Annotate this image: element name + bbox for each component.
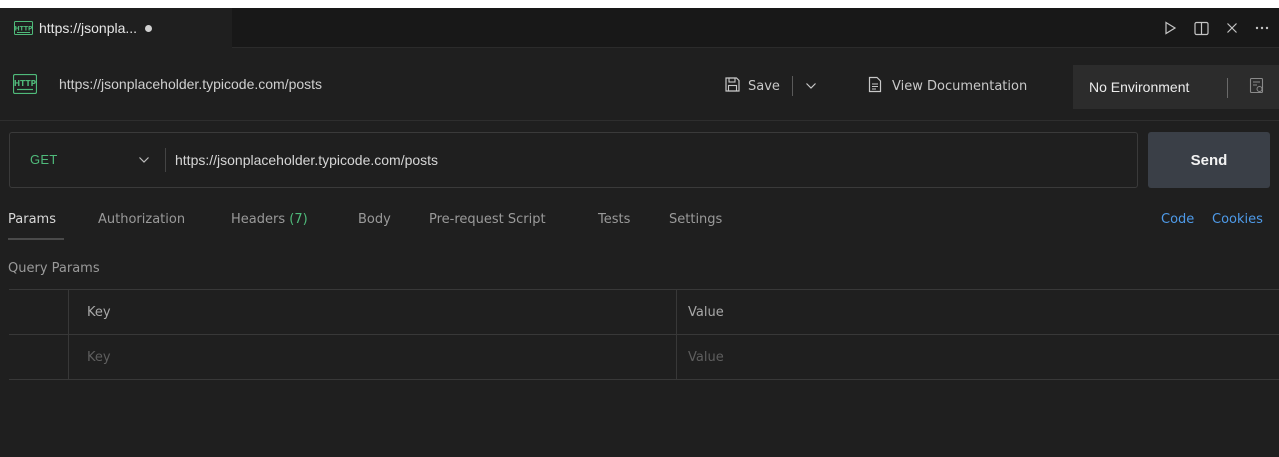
unsaved-dot-icon [145,24,153,32]
more-icon[interactable] [1255,26,1269,30]
split-editor-icon[interactable] [1194,21,1209,36]
save-group: Save [724,74,817,98]
url-bar: GET [9,132,1138,188]
tab-settings[interactable]: Settings [669,212,722,227]
tab-headers[interactable]: Headers (7) [231,212,308,227]
method-select[interactable]: GET [30,152,58,167]
http-client-window: HTTP https://jsonpla... HTTP https://jso… [0,8,1279,457]
editor-tab-title: https://jsonpla... [39,20,138,36]
active-tab-indicator [8,238,64,240]
table-row: Key Value [9,335,1279,380]
document-icon [868,76,882,97]
divider [791,76,793,96]
view-documentation-label: View Documentation [892,78,1028,94]
param-key-input[interactable]: Key [69,335,677,379]
chevron-down-icon[interactable] [138,153,150,167]
editor-tab[interactable]: HTTP https://jsonpla... [0,8,232,48]
environment-selector[interactable]: No Environment [1073,65,1279,109]
url-input[interactable] [175,148,1115,172]
http-request-icon: HTTP [12,71,38,97]
environment-label: No Environment [1089,79,1190,95]
tab-headers-label: Headers [231,212,286,227]
table-header-row: Key Value [9,290,1279,335]
key-column-header: Key [69,290,677,334]
tab-tests[interactable]: Tests [598,212,630,227]
http-file-icon: HTTP [14,21,33,35]
window-actions [1163,8,1269,48]
editor-tab-strip: HTTP https://jsonpla... [0,8,1279,48]
tab-pre-request-script[interactable]: Pre-request Script [429,212,546,227]
request-header: HTTP https://jsonplaceholder.typicode.co… [0,49,1279,121]
value-header-label: Value [688,304,724,320]
save-button[interactable]: Save [748,79,780,94]
row-checkbox[interactable] [9,335,69,379]
key-placeholder: Key [87,349,111,365]
environment-quick-look-icon[interactable] [1249,77,1265,99]
svg-text:HTTP: HTTP [15,26,33,33]
tab-body[interactable]: Body [358,212,391,227]
headers-count: (7) [289,212,308,227]
value-placeholder: Value [688,349,724,365]
code-link[interactable]: Code [1161,212,1194,227]
send-button[interactable]: Send [1148,132,1270,188]
request-tabs: Params Authorization Headers (7) Body Pr… [0,208,1279,244]
cookies-link[interactable]: Cookies [1212,212,1263,227]
chevron-down-icon[interactable] [805,82,817,90]
divider [165,148,166,172]
value-column-header: Value [677,290,1279,334]
key-header-label: Key [87,304,111,320]
close-icon[interactable] [1226,22,1238,34]
param-value-input[interactable]: Value [677,335,1279,379]
header-divider [0,120,1279,121]
tab-params[interactable]: Params [8,212,56,227]
table-header-check [9,290,69,334]
save-icon[interactable] [724,76,741,97]
svg-text:HTTP: HTTP [14,79,37,88]
query-params-table: Key Value Key Value [9,289,1279,380]
view-documentation-button[interactable]: View Documentation [868,74,1027,98]
query-params-label: Query Params [8,261,100,276]
divider [1227,78,1228,98]
request-title[interactable]: https://jsonplaceholder.typicode.com/pos… [59,76,322,92]
run-icon[interactable] [1163,21,1177,35]
tab-authorization[interactable]: Authorization [98,212,185,227]
